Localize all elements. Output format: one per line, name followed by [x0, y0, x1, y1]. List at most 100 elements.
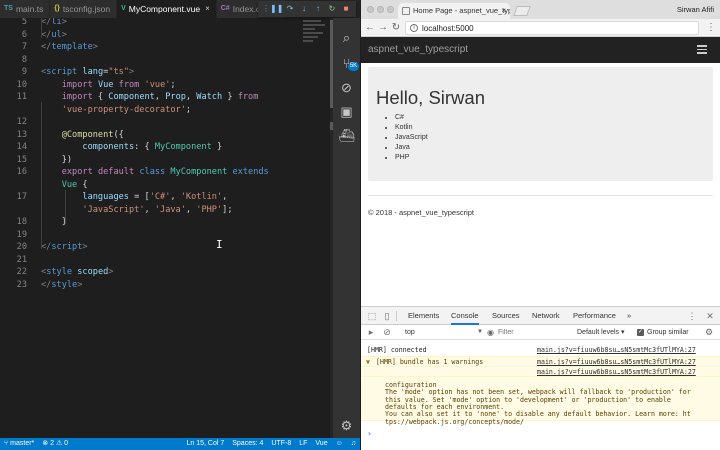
forward-icon[interactable]: →	[377, 19, 389, 37]
devtools-menu-icon[interactable]: ⋮	[686, 307, 698, 325]
code-text[interactable]: @Component({	[41, 129, 124, 142]
code-line[interactable]: 16 export default class MyComponent exte…	[0, 166, 330, 179]
minimize-window-button[interactable]	[377, 6, 384, 13]
code-text[interactable]: components: { MyComponent }	[41, 141, 222, 154]
step-into-icon[interactable]: ↓	[298, 2, 310, 16]
code-line[interactable]: 9 <script lang="ts">	[0, 66, 330, 79]
search-icon[interactable]: ⌕	[333, 26, 360, 50]
source-link[interactable]: main.js?v=fiuuw6b8su…sN5smtMc3fUTlMYA:27	[537, 357, 696, 367]
console-output[interactable]: [HMR] connected main.js?v=fiuuw6b8su…sN5…	[361, 341, 720, 450]
code-line[interactable]: 7 </template>	[0, 41, 330, 54]
hamburger-menu-icon[interactable]	[697, 45, 707, 54]
step-out-icon[interactable]: ↑	[312, 2, 324, 16]
restart-icon[interactable]: ↻	[326, 2, 338, 16]
close-icon[interactable]: ×	[205, 0, 210, 18]
more-tabs-button[interactable]: »	[627, 307, 631, 325]
encoding[interactable]: UTF-8	[267, 438, 295, 450]
code-line[interactable]: 19	[0, 229, 330, 242]
tab-console[interactable]: Console	[451, 307, 479, 325]
code-line[interactable]: 8	[0, 54, 330, 67]
code-line[interactable]: 13 @Component({	[0, 129, 330, 142]
code-line[interactable]: 17 languages = ['C#', 'Kotlin',	[0, 191, 330, 204]
step-over-icon[interactable]: ↷	[284, 2, 296, 16]
code-text[interactable]: </script>	[41, 241, 88, 254]
tab-elements[interactable]: Elements	[408, 307, 439, 325]
tab-mycomponent-vue[interactable]: V MyComponent.vue ×	[117, 0, 217, 18]
tab-tsconfig-json[interactable]: {} tsconfig.json	[50, 0, 118, 18]
url-input[interactable]	[422, 22, 692, 34]
code-text[interactable]: 'vue-property-decorator';	[41, 104, 191, 117]
drag-handle-icon[interactable]: ⋮	[262, 2, 270, 16]
pause-icon[interactable]: ❚❚	[270, 2, 283, 16]
code-line[interactable]: 5 </li>	[0, 18, 330, 29]
context-selector[interactable]: top	[405, 325, 415, 340]
code-line[interactable]: 23 </style>	[0, 279, 330, 292]
sidebar-toggle-icon[interactable]: ▸	[365, 325, 377, 340]
console-prompt[interactable]: ›	[367, 429, 372, 438]
notifications-icon[interactable]: ♫	[347, 438, 360, 450]
tab-performance[interactable]: Performance	[573, 307, 616, 325]
address-bar[interactable]: i	[405, 21, 699, 35]
maximize-window-button[interactable]	[387, 6, 394, 13]
code-line[interactable]: 'vue-property-decorator';	[0, 104, 330, 117]
code-line[interactable]: 18 }	[0, 216, 330, 229]
live-expression-icon[interactable]: ◉	[487, 325, 494, 340]
chevron-down-icon[interactable]: ▼	[477, 325, 483, 340]
code-line[interactable]: 14 components: { MyComponent }	[0, 141, 330, 154]
close-icon[interactable]: ×	[501, 3, 506, 19]
code-text[interactable]: </style>	[41, 279, 82, 292]
code-text[interactable]: export default class MyComponent extends	[41, 166, 269, 179]
code-text[interactable]: </li>	[41, 18, 67, 29]
code-line[interactable]: 'JavaScript', 'Java', 'PHP'];	[0, 204, 330, 217]
code-text[interactable]: import { Component, Prop, Watch } from	[41, 91, 259, 104]
problems-indicator[interactable]: ⊗ 2 ⚠ 0	[38, 438, 72, 450]
expand-arrow-icon[interactable]: ▼	[366, 357, 370, 367]
code-line[interactable]: 21	[0, 254, 330, 267]
code-text[interactable]: }	[41, 216, 67, 229]
code-line[interactable]: 6 </ul>	[0, 29, 330, 42]
gear-icon[interactable]: ⚙	[705, 325, 713, 340]
stop-icon[interactable]: ■	[340, 2, 352, 16]
browser-tab[interactable]: Home Page - aspnet_vue_typ ×	[398, 3, 510, 19]
console-warning[interactable]: ▼ [HMR] bundle has 1 warnings main.js?v=…	[361, 356, 720, 367]
site-brand-link[interactable]: aspnet_vue_typescript	[368, 37, 468, 63]
cursor-position[interactable]: Ln 15, Col 7	[182, 438, 228, 450]
new-tab-button[interactable]	[513, 6, 531, 16]
code-line[interactable]: 15 })	[0, 154, 330, 167]
code-text[interactable]: </ul>	[41, 29, 67, 42]
console-filter-input[interactable]	[498, 327, 568, 338]
feedback-icon[interactable]: ☺	[332, 438, 347, 450]
back-icon[interactable]: ←	[364, 19, 376, 37]
code-text[interactable]: <script lang="ts">	[41, 66, 134, 79]
docker-icon[interactable]: ⛴	[333, 124, 360, 148]
reload-icon[interactable]: ↻	[390, 19, 402, 37]
group-similar-checkbox[interactable]: ✓	[637, 329, 644, 336]
code-text[interactable]: 'JavaScript', 'Java', 'PHP'];	[41, 204, 232, 217]
gear-icon[interactable]: ⚙	[333, 414, 360, 438]
code-line[interactable]: 20 </script>	[0, 241, 330, 254]
kebab-menu-icon[interactable]: ⋮	[706, 19, 716, 37]
device-toolbar-icon[interactable]: ▯	[381, 307, 393, 325]
profile-name[interactable]: Sirwan Afifi	[677, 0, 714, 19]
code-text[interactable]: <style scoped>	[41, 266, 113, 279]
code-line[interactable]: Vue {	[0, 179, 330, 192]
clear-console-icon[interactable]: ⊘	[381, 325, 393, 340]
language-mode[interactable]: Vue	[311, 438, 331, 450]
code-line[interactable]: 10 import Vue from 'vue';	[0, 79, 330, 92]
close-devtools-icon[interactable]: ✕	[704, 307, 716, 325]
code-text[interactable]: import Vue from 'vue';	[41, 79, 176, 92]
code-editor[interactable]: 23 </style> 22 <style scoped> 21 20 </script> 1…	[0, 18, 330, 438]
code-line[interactable]: 12	[0, 116, 330, 129]
code-text[interactable]: })	[41, 154, 72, 167]
code-line[interactable]: 22 <style scoped>	[0, 266, 330, 279]
minimap[interactable]	[303, 20, 328, 50]
extensions-icon[interactable]: ▣	[333, 100, 360, 124]
line-ending[interactable]: LF	[295, 438, 311, 450]
tab-sources[interactable]: Sources	[492, 307, 520, 325]
tab-main-ts[interactable]: TS main.ts	[0, 0, 51, 18]
inspect-element-icon[interactable]: ⬚	[366, 307, 378, 325]
close-window-button[interactable]	[367, 6, 374, 13]
tab-network[interactable]: Network	[532, 307, 560, 325]
code-text[interactable]: </template>	[41, 41, 98, 54]
info-icon[interactable]: i	[410, 24, 418, 32]
